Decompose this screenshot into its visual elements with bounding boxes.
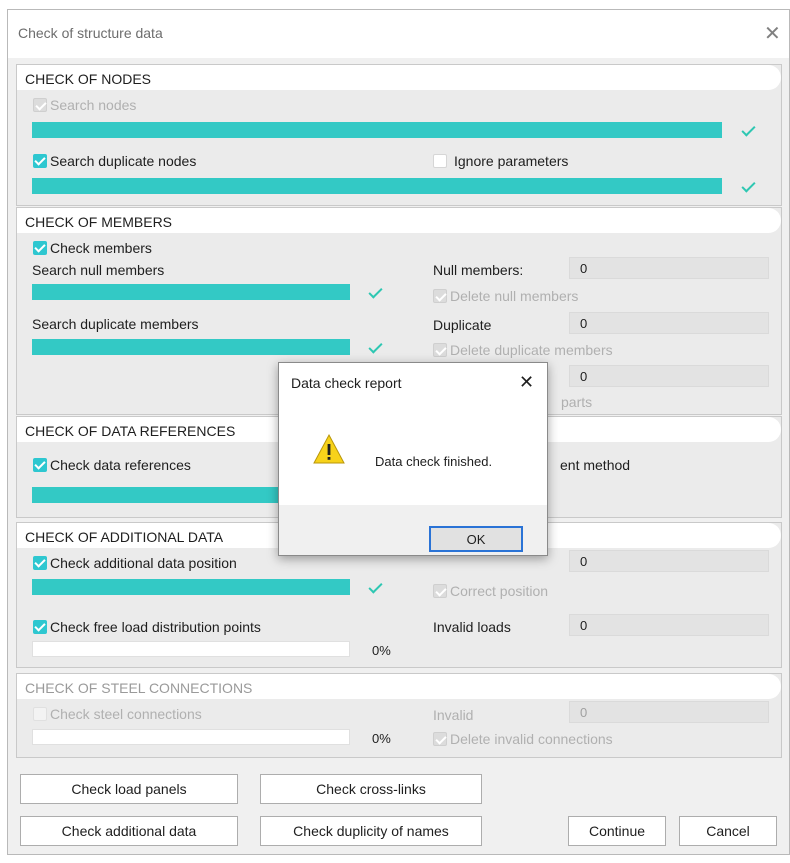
check-additional-position-checkbox[interactable] xyxy=(33,556,47,570)
ok-button[interactable]: OK xyxy=(429,526,523,552)
check-members-label: Check members xyxy=(50,240,152,256)
search-duplicate-nodes-progress xyxy=(32,178,722,194)
invalid-label: Invalid xyxy=(433,707,474,723)
method-label: ent method xyxy=(560,457,631,473)
check-steel-label: Check steel connections xyxy=(50,706,202,722)
search-nodes-progress xyxy=(32,122,722,138)
check-duplicity-names-button[interactable]: Check duplicity of names xyxy=(260,816,482,846)
duplicate-field: 0 xyxy=(569,312,769,334)
steel-progress xyxy=(32,729,350,745)
search-null-done-icon xyxy=(367,287,381,301)
delete-invalid-label: Delete invalid connections xyxy=(450,731,613,747)
check-steel-checkbox xyxy=(33,707,47,721)
check-additional-position-progress xyxy=(32,579,350,595)
check-load-panels-button[interactable]: Check load panels xyxy=(20,774,238,804)
duplicate-label: Duplicate xyxy=(433,317,492,333)
check-data-references-progress xyxy=(32,487,302,503)
invalid-loads-field: 0 xyxy=(569,614,769,636)
search-duplicate-members-progress xyxy=(32,339,350,355)
check-free-load-checkbox[interactable] xyxy=(33,620,47,634)
check-data-references-checkbox[interactable] xyxy=(33,458,47,472)
invalid-field: 0 xyxy=(569,701,769,723)
check-members-checkbox[interactable] xyxy=(33,241,47,255)
delete-invalid-checkbox xyxy=(433,732,447,746)
search-duplicate-nodes-label: Search duplicate nodes xyxy=(50,153,197,169)
cancel-button[interactable]: Cancel xyxy=(679,816,777,846)
steel-section: CHECK OF STEEL CONNECTIONS Check steel c… xyxy=(16,673,782,758)
free-load-percent: 0% xyxy=(372,643,391,658)
check-additional-done-icon xyxy=(367,582,381,596)
dialog-title: Data check report xyxy=(291,375,402,391)
check-free-load-label: Check free load distribution points xyxy=(50,619,261,635)
delete-null-members-label: Delete null members xyxy=(450,288,579,304)
warning-icon xyxy=(312,433,346,465)
close-icon[interactable]: ✕ xyxy=(764,21,781,46)
delete-duplicate-members-checkbox xyxy=(433,343,447,357)
nodes-header: CHECK OF NODES xyxy=(17,65,781,90)
null-members-label: Null members: xyxy=(433,262,524,278)
search-nodes-checkbox xyxy=(33,98,47,112)
correct-position-checkbox xyxy=(433,584,447,598)
check-additional-position-label: Check additional data position xyxy=(50,555,237,571)
check-data-references-label: Check data references xyxy=(50,457,191,473)
null-members-field: 0 xyxy=(569,257,769,279)
window-title: Check of structure data xyxy=(18,25,163,41)
ignore-parameters-label: Ignore parameters xyxy=(454,153,569,169)
check-additional-data-button[interactable]: Check additional data xyxy=(20,816,238,846)
dialog-message: Data check finished. xyxy=(375,454,493,469)
steel-header: CHECK OF STEEL CONNECTIONS xyxy=(17,674,781,699)
title-bar: Check of structure data ✕ xyxy=(8,10,789,58)
delete-null-members-checkbox xyxy=(433,289,447,303)
check-cross-links-button[interactable]: Check cross-links xyxy=(260,774,482,804)
nodes-section: CHECK OF NODES Search nodes Search dupli… xyxy=(16,64,782,206)
third-members-field: 0 xyxy=(569,365,769,387)
dialog-close-icon[interactable]: ✕ xyxy=(519,372,534,393)
search-null-members-progress xyxy=(32,284,350,300)
members-header: CHECK OF MEMBERS xyxy=(17,208,781,233)
position-field: 0 xyxy=(569,550,769,572)
steel-percent: 0% xyxy=(372,731,391,746)
search-nodes-done-icon xyxy=(740,125,754,139)
search-duplicate-members-label: Search duplicate members xyxy=(32,316,199,332)
correct-position-label: Correct position xyxy=(450,583,549,599)
search-nodes-label: Search nodes xyxy=(50,97,137,113)
continue-button[interactable]: Continue xyxy=(568,816,666,846)
search-duplicate-members-done-icon xyxy=(367,342,381,356)
search-duplicate-nodes-checkbox[interactable] xyxy=(33,154,47,168)
ignore-parameters-checkbox[interactable] xyxy=(433,154,447,168)
parts-label: parts xyxy=(561,394,593,410)
search-null-members-label: Search null members xyxy=(32,262,165,278)
data-check-report-dialog: Data check report ✕ Data check finished.… xyxy=(278,362,548,556)
delete-duplicate-members-label: Delete duplicate members xyxy=(450,342,613,358)
invalid-loads-label: Invalid loads xyxy=(433,619,511,635)
search-duplicate-done-icon xyxy=(740,181,754,195)
free-load-progress xyxy=(32,641,350,657)
